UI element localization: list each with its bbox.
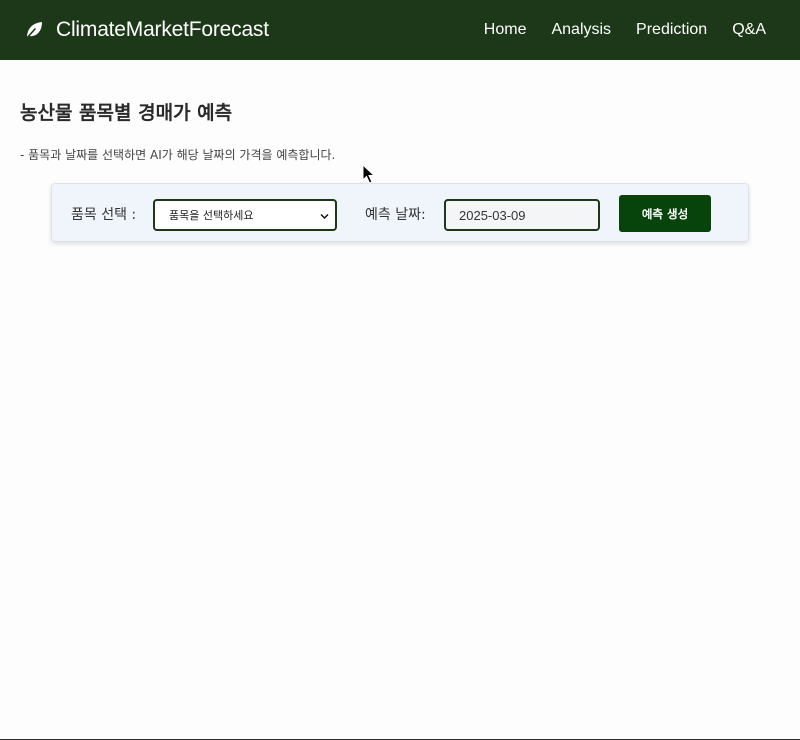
nav-analysis[interactable]: Analysis	[551, 21, 611, 39]
nav-prediction[interactable]: Prediction	[636, 21, 707, 39]
item-select-label: 품목 선택 :	[71, 207, 137, 223]
predict-button[interactable]: 예측 생성	[619, 195, 711, 232]
leaf-icon	[24, 20, 44, 40]
page-title: 농산물 품목별 경매가 예측	[20, 102, 233, 124]
item-select[interactable]: 품목을 선택하세요	[153, 199, 337, 231]
item-select-value: 품목을 선택하세요	[169, 209, 254, 222]
nav-home[interactable]: Home	[484, 21, 527, 39]
page-description: - 품목과 날짜를 선택하면 AI가 해당 날짜의 가격을 예측합니다.	[20, 148, 336, 162]
date-label: 예측 날짜:	[365, 207, 426, 223]
navbar: ClimateMarketForecast Home Analysis Pred…	[0, 0, 800, 60]
chevron-down-icon	[320, 211, 329, 220]
brand[interactable]: ClimateMarketForecast	[24, 0, 269, 60]
nav-qna[interactable]: Q&A	[732, 21, 766, 39]
mouse-cursor-icon	[362, 164, 376, 184]
nav-links: Home Analysis Prediction Q&A	[459, 0, 766, 60]
prediction-form: 품목 선택 : 품목을 선택하세요 예측 날짜: 예측 생성	[51, 183, 749, 242]
date-input[interactable]	[444, 199, 600, 231]
brand-title: ClimateMarketForecast	[56, 18, 269, 41]
